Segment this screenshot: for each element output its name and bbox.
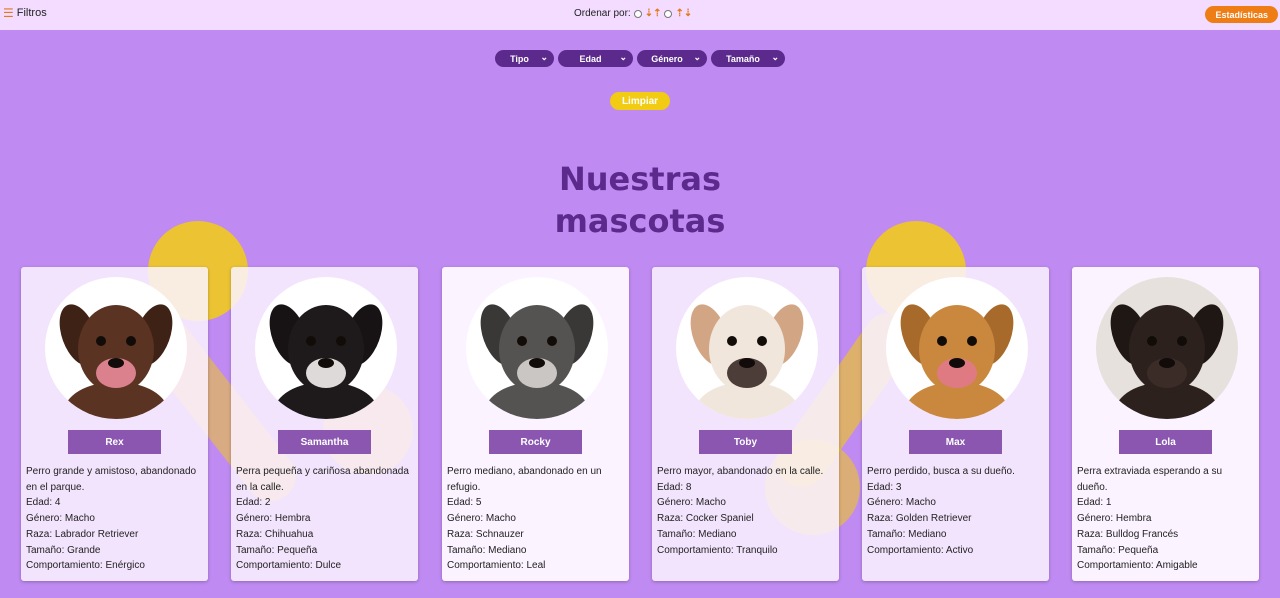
sort-radio-1[interactable] xyxy=(633,9,642,18)
pet-name: Lola xyxy=(1119,430,1212,454)
pet-size: Tamaño: Pequeña xyxy=(236,544,318,556)
pet-breed: Raza: Bulldog Francés xyxy=(1077,528,1179,540)
pet-card[interactable]: Samantha Perra pequeña y cariñosa abando… xyxy=(231,267,418,581)
dog-icon xyxy=(480,304,594,419)
filter-gender-select[interactable]: Género ⌄ xyxy=(637,50,707,67)
page-title-line-1: Nuestras xyxy=(558,160,722,198)
clear-filters-button[interactable]: Limpiar xyxy=(610,92,670,110)
chevron-down-icon: ⌄ xyxy=(619,52,627,62)
pet-info: Perro perdido, busca a su dueño. Edad: 3… xyxy=(867,464,1045,558)
pet-description: Perro grande y amistoso, abandonado en e… xyxy=(26,466,197,493)
pet-behavior: Comportamiento: Amigable xyxy=(1077,560,1198,572)
pet-age: Edad: 2 xyxy=(236,497,271,509)
pet-age: Edad: 1 xyxy=(1077,497,1112,509)
pet-breed: Raza: Labrador Retriever xyxy=(26,528,139,540)
pet-breed: Raza: Schnauzer xyxy=(447,528,524,540)
pet-size: Tamaño: Mediano xyxy=(447,544,527,556)
pet-behavior: Comportamiento: Enérgico xyxy=(26,560,145,572)
pet-size: Tamaño: Pequeña xyxy=(1077,544,1159,556)
pet-info: Perro mayor, abandonado en la calle. Eda… xyxy=(657,464,835,558)
pet-gender: Género: Macho xyxy=(657,497,726,509)
pet-name: Rex xyxy=(68,430,161,454)
pet-behavior: Comportamiento: Tranquilo xyxy=(657,544,778,556)
hamburger-icon: ☰ xyxy=(3,6,14,20)
pet-name: Samantha xyxy=(278,430,371,454)
pet-size: Tamaño: Grande xyxy=(26,544,101,556)
pet-gender: Género: Hembra xyxy=(236,513,311,525)
pet-age: Edad: 4 xyxy=(26,497,61,509)
top-bar: ☰ Filtros Ordenar por: ⇣⇡ ⇡⇣ Estadística… xyxy=(0,0,1280,30)
sort-control: Ordenar por: ⇣⇡ ⇡⇣ xyxy=(574,8,692,19)
pet-age: Edad: 3 xyxy=(867,481,902,493)
pet-description: Perra extraviada esperando a su dueño. xyxy=(1077,466,1223,493)
pet-gender: Género: Macho xyxy=(26,513,95,525)
sort-desc-icon: ⇣⇡ xyxy=(644,8,662,19)
dog-icon xyxy=(59,304,173,419)
dog-icon xyxy=(690,304,804,419)
pet-breed: Raza: Golden Retriever xyxy=(867,513,972,525)
pet-age: Edad: 5 xyxy=(447,497,482,509)
pet-size: Tamaño: Mediano xyxy=(657,528,737,540)
pet-gender: Género: Hembra xyxy=(1077,513,1152,525)
pet-name: Rocky xyxy=(489,430,582,454)
filter-age-select[interactable]: Edad ⌄ xyxy=(558,50,633,67)
sort-label: Ordenar por: xyxy=(574,8,631,19)
pet-age: Edad: 8 xyxy=(657,481,692,493)
chevron-down-icon: ⌄ xyxy=(771,52,779,62)
sort-asc-icon: ⇡⇣ xyxy=(675,8,693,19)
pet-name: Toby xyxy=(699,430,792,454)
filters-toggle-button[interactable]: ☰ Filtros xyxy=(3,7,47,19)
pet-behavior: Comportamiento: Leal xyxy=(447,560,546,572)
chevron-down-icon: ⌄ xyxy=(693,52,701,62)
pet-card[interactable]: Max Perro perdido, busca a su dueño. Eda… xyxy=(862,267,1049,581)
pet-info: Perra extraviada esperando a su dueño. E… xyxy=(1077,464,1255,574)
pet-description: Perra pequeña y cariñosa abandonada en l… xyxy=(236,466,409,493)
dog-icon xyxy=(269,304,383,419)
statistics-button[interactable]: Estadísticas xyxy=(1205,6,1278,23)
chevron-down-icon: ⌄ xyxy=(540,52,548,62)
pet-description: Perro perdido, busca a su dueño. xyxy=(867,466,1015,477)
pet-photo xyxy=(886,277,1028,419)
pet-info: Perro mediano, abandonado en un refugio.… xyxy=(447,464,625,574)
pet-gender: Género: Macho xyxy=(447,513,516,525)
pet-behavior: Comportamiento: Activo xyxy=(867,544,974,556)
pet-size: Tamaño: Mediano xyxy=(867,528,947,540)
pet-photo xyxy=(255,277,397,419)
pet-card[interactable]: Toby Perro mayor, abandonado en la calle… xyxy=(652,267,839,581)
pet-gender: Género: Macho xyxy=(867,497,936,509)
pet-card[interactable]: Rex Perro grande y amistoso, abandonado … xyxy=(21,267,208,581)
pet-breed: Raza: Cocker Spaniel xyxy=(657,513,754,525)
dog-icon xyxy=(1110,304,1224,419)
filters-label: Filtros xyxy=(16,7,47,19)
filter-size-select[interactable]: Tamaño ⌄ xyxy=(711,50,785,67)
pet-card[interactable]: Rocky Perro mediano, abandonado en un re… xyxy=(442,267,629,581)
sort-radio-2[interactable] xyxy=(664,9,673,18)
filter-type-select[interactable]: Tipo ⌄ xyxy=(495,50,554,67)
pet-name: Max xyxy=(909,430,1002,454)
pet-description: Perro mediano, abandonado en un refugio. xyxy=(447,466,602,493)
pet-photo xyxy=(466,277,608,419)
pet-info: Perra pequeña y cariñosa abandonada en l… xyxy=(236,464,414,574)
pet-photo xyxy=(1096,277,1238,419)
pet-breed: Raza: Chihuahua xyxy=(236,528,314,540)
pet-card[interactable]: Lola Perra extraviada esperando a su due… xyxy=(1072,267,1259,581)
pet-info: Perro grande y amistoso, abandonado en e… xyxy=(26,464,204,574)
pet-photo xyxy=(676,277,818,419)
dog-icon xyxy=(900,304,1014,419)
pet-description: Perro mayor, abandonado en la calle. xyxy=(657,466,824,477)
filter-dropdowns: Tipo ⌄ Edad ⌄ Género ⌄ Tamaño ⌄ xyxy=(495,50,785,67)
pet-photo xyxy=(45,277,187,419)
pet-behavior: Comportamiento: Dulce xyxy=(236,560,342,572)
